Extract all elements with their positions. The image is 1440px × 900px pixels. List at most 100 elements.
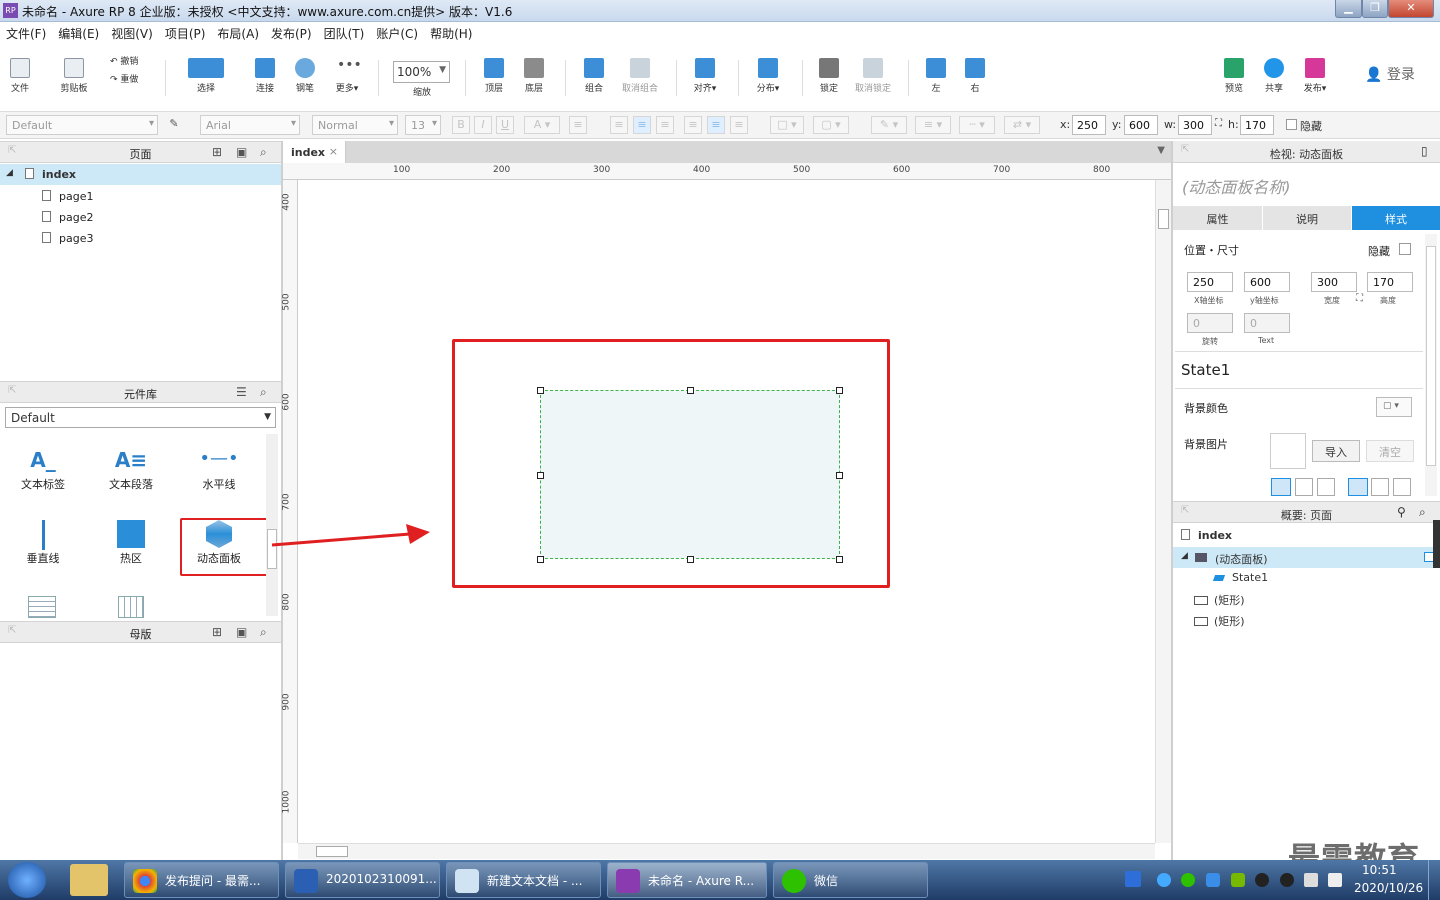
- valign-middle-icon[interactable]: ≡: [707, 116, 725, 134]
- rotation-input[interactable]: 0: [1187, 313, 1233, 333]
- zoom-select[interactable]: 100% ▼: [393, 61, 450, 83]
- wechat-tray-icon[interactable]: [1181, 873, 1195, 887]
- bg-color-picker[interactable]: ▢ ▾: [1376, 397, 1412, 417]
- grid-icon[interactable]: [118, 596, 144, 618]
- more-button[interactable]: ••• 更多▾: [330, 58, 364, 94]
- show-desktop-button[interactable]: [1428, 860, 1440, 900]
- align-image-bottom-icon[interactable]: [1393, 478, 1411, 496]
- widget-hotspot[interactable]: 热区: [95, 520, 167, 566]
- align-image-right-icon[interactable]: [1317, 478, 1335, 496]
- text-rotation-input[interactable]: 0: [1244, 313, 1290, 333]
- resize-handle[interactable]: [836, 472, 843, 479]
- resize-handle[interactable]: [687, 556, 694, 563]
- resize-handle[interactable]: [836, 387, 843, 394]
- start-button[interactable]: [8, 862, 46, 898]
- widget-paragraph[interactable]: A≡ 文本段落: [95, 448, 167, 492]
- search-icon[interactable]: ⌕: [1419, 505, 1426, 520]
- fontsize-select[interactable]: 13: [405, 115, 441, 135]
- font-color-button[interactable]: A ▾: [524, 116, 560, 134]
- task-notepad[interactable]: 新建文本文档 - ...: [446, 862, 601, 898]
- outline-item-dynamic-panel[interactable]: ◢ (动态面板): [1173, 547, 1434, 568]
- clock-date[interactable]: 2020/10/26: [1354, 881, 1423, 895]
- italic-button[interactable]: I: [474, 116, 492, 134]
- connect-button[interactable]: 连接: [250, 58, 280, 94]
- scroll-thumb[interactable]: [316, 846, 348, 857]
- notes-icon[interactable]: ▯: [1421, 144, 1428, 158]
- lock-button[interactable]: 锁定: [815, 58, 843, 94]
- w-input[interactable]: 300: [1178, 115, 1212, 135]
- menu-account[interactable]: 账户(C): [370, 22, 424, 42]
- lock-ratio-icon[interactable]: ⛶: [1356, 293, 1363, 304]
- fill-color-button[interactable]: □ ▾: [770, 116, 804, 134]
- bullet-list-icon[interactable]: ≡: [569, 116, 587, 134]
- outline-item-state1[interactable]: State1: [1212, 571, 1268, 584]
- table-icon[interactable]: [28, 596, 56, 618]
- align-right-text-icon[interactable]: ≡: [656, 116, 674, 134]
- canvas-vscrollbar[interactable]: [1155, 180, 1171, 843]
- clock-time[interactable]: 10:51: [1362, 863, 1397, 877]
- resize-handle[interactable]: [687, 387, 694, 394]
- canvas-hscrollbar[interactable]: [298, 843, 1155, 859]
- resize-handle[interactable]: [836, 556, 843, 563]
- collapse-arrow-icon[interactable]: ◢: [6, 168, 13, 178]
- share-button[interactable]: 共享: [1260, 58, 1288, 94]
- page-item-page2[interactable]: page2: [42, 211, 93, 224]
- filter-icon[interactable]: ⚲: [1397, 505, 1406, 519]
- pen-button[interactable]: 钢笔: [290, 58, 320, 94]
- weight-select[interactable]: Normal: [312, 115, 398, 135]
- tab-index[interactable]: index ×: [283, 141, 346, 163]
- qq-icon[interactable]: [1280, 873, 1294, 887]
- line-style-button[interactable]: ┄ ▾: [959, 116, 995, 134]
- hidden-checkbox[interactable]: [1399, 243, 1411, 255]
- login-button[interactable]: 👤 登录: [1365, 64, 1415, 84]
- align-left-text-icon[interactable]: ≡: [610, 116, 628, 134]
- align-image-center-icon[interactable]: [1295, 478, 1313, 496]
- x-input[interactable]: 250: [1187, 272, 1233, 292]
- tab-properties[interactable]: 属性: [1173, 206, 1262, 230]
- dynamic-panel-widget[interactable]: [540, 390, 840, 559]
- valign-bottom-icon[interactable]: ≡: [730, 116, 748, 134]
- select-button[interactable]: 选择: [176, 58, 236, 94]
- explorer-icon[interactable]: [70, 864, 108, 896]
- add-folder-icon[interactable]: ▣: [236, 145, 247, 159]
- network-icon[interactable]: [1304, 873, 1318, 887]
- undo-button[interactable]: ↶ 撤销: [110, 54, 150, 67]
- w-input[interactable]: 300: [1311, 272, 1357, 292]
- task-word[interactable]: 2020102310091...: [285, 862, 440, 898]
- y-input[interactable]: 600: [1124, 115, 1158, 135]
- tab-style[interactable]: 样式: [1352, 206, 1440, 230]
- qq-icon[interactable]: [1255, 873, 1269, 887]
- redo-button[interactable]: ↷ 重做: [110, 72, 150, 85]
- x-input[interactable]: 250: [1072, 115, 1106, 135]
- page-item-page3[interactable]: page3: [42, 232, 93, 245]
- h-input[interactable]: 170: [1367, 272, 1413, 292]
- tab-notes[interactable]: 说明: [1263, 206, 1351, 230]
- nvidia-icon[interactable]: [1231, 873, 1245, 887]
- maximize-button[interactable]: ❐: [1362, 0, 1388, 18]
- distribute-button[interactable]: 分布▾: [750, 58, 786, 94]
- publish-button[interactable]: 发布▾: [1298, 58, 1332, 94]
- bold-button[interactable]: B: [452, 116, 470, 134]
- line-color-button[interactable]: ✎ ▾: [871, 116, 907, 134]
- hidden-checkbox[interactable]: [1286, 119, 1297, 130]
- add-page-icon[interactable]: ⊞: [212, 145, 222, 159]
- ungroup-button[interactable]: 取消组合: [617, 58, 663, 94]
- group-button[interactable]: 组合: [579, 58, 609, 94]
- tray-icon[interactable]: [1157, 873, 1171, 887]
- menu-project[interactable]: 项目(P): [159, 22, 212, 42]
- resize-handle[interactable]: [537, 556, 544, 563]
- lock-ratio-icon[interactable]: ⛶: [1215, 118, 1222, 129]
- inspector-scrollbar[interactable]: [1425, 234, 1437, 496]
- outline-scrollbar[interactable]: [1433, 520, 1440, 568]
- bring-top-button[interactable]: 顶层: [479, 58, 509, 94]
- task-axure[interactable]: 未命名 - Axure R...: [607, 862, 767, 898]
- menu-team[interactable]: 团队(T): [318, 22, 371, 42]
- minimize-button[interactable]: ▁: [1335, 0, 1362, 18]
- align-image-top-icon[interactable]: [1348, 478, 1368, 496]
- left-button[interactable]: 左: [922, 58, 950, 94]
- close-icon[interactable]: ×: [329, 145, 338, 158]
- page-item-index[interactable]: ◢ index: [0, 164, 281, 185]
- clipboard-button[interactable]: 剪贴板: [56, 58, 92, 94]
- resize-handle[interactable]: [537, 472, 544, 479]
- arrow-style-button[interactable]: ⇄ ▾: [1004, 116, 1040, 134]
